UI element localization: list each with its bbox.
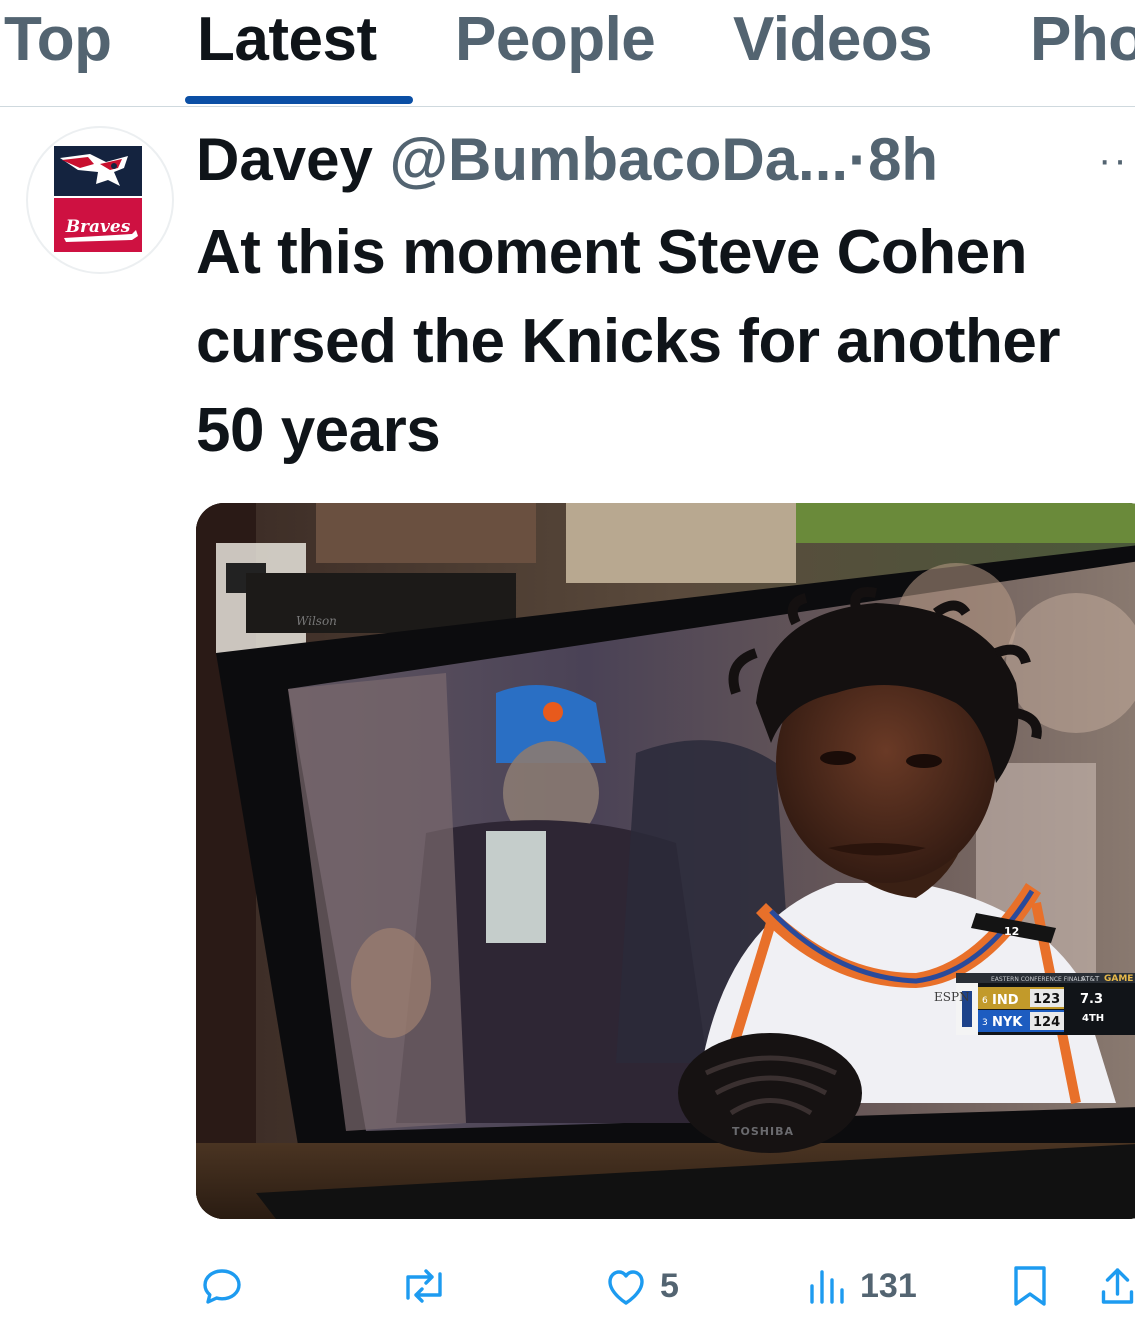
scorebug-sponsor: AT&T [1081,975,1100,983]
tweet-text-line: 50 years [196,396,441,465]
tweet-header: Davey @BumbacoDa...·8h [196,120,938,200]
tv-photo: Wilson 12 EASTERN CONFERENCE FINALS AT&T… [196,503,1135,1219]
timestamp[interactable]: 8h [868,126,938,193]
tweet-text-line: At this moment Steve Cohen [196,218,1028,287]
share-button[interactable] [1100,1258,1135,1314]
header-separator: · [848,126,869,193]
tab-top[interactable]: Top [4,4,112,75]
box-wordmark: Wilson [296,614,337,628]
search-tabs: Top Latest People Videos Pho [0,0,1135,107]
scorebug-clock: 7.3 [1080,992,1103,1007]
avatar-braves-wordmark: Braves [65,217,131,237]
search-results-page: Top Latest People Videos Pho Braves Dave… [0,0,1135,1344]
views-count: 131 [860,1266,917,1305]
tv-brand: TOSHIBA [732,1125,794,1138]
tab-photos[interactable]: Pho [1030,4,1135,75]
bookmark-button[interactable] [1008,1258,1052,1314]
tab-people[interactable]: People [455,4,656,75]
scorebug-team2-seed: 3 [982,1018,988,1028]
scorebug-team2-score: 124 [1033,1015,1060,1030]
like-count: 5 [660,1266,679,1305]
avatar[interactable]: Braves [26,126,174,274]
reply-button[interactable] [198,1258,256,1314]
tweet-text-line: cursed the Knicks for another [196,307,1061,376]
network-logo: ESPN [934,990,970,1004]
user-handle[interactable]: @BumbacoDa... [389,126,848,193]
active-tab-indicator [185,96,413,104]
avatar-logos-image: Braves [54,146,142,252]
retweet-icon [406,1269,442,1303]
more-options-icon[interactable]: ·· [1098,138,1129,183]
bookmark-icon [1014,1266,1046,1306]
share-icon [1101,1268,1134,1304]
scorebug-team1-seed: 6 [982,996,988,1006]
scorebug-game: GAME [1104,974,1133,984]
tweet-media-image[interactable]: Wilson 12 EASTERN CONFERENCE FINALS AT&T… [196,503,1135,1219]
views-button[interactable]: 131 [806,1258,917,1314]
tab-videos[interactable]: Videos [733,4,933,75]
scorebug-team1: IND [992,993,1019,1008]
jersey-band-number: 12 [1004,925,1019,938]
like-button[interactable]: 5 [602,1258,679,1314]
display-name[interactable]: Davey [196,126,373,193]
tab-latest[interactable]: Latest [197,4,377,75]
heart-icon [608,1270,644,1305]
retweet-button[interactable] [398,1258,460,1314]
scorebug-header: EASTERN CONFERENCE FINALS [991,976,1085,983]
scorebug-team1-score: 123 [1033,992,1060,1007]
tweet-text: At this moment Steve Cohen cursed the Kn… [196,208,1135,475]
scorebug-team2: NYK [992,1015,1023,1030]
reply-icon [203,1269,241,1304]
views-icon [810,1270,844,1304]
scorebug-quarter: 4TH [1082,1013,1104,1024]
